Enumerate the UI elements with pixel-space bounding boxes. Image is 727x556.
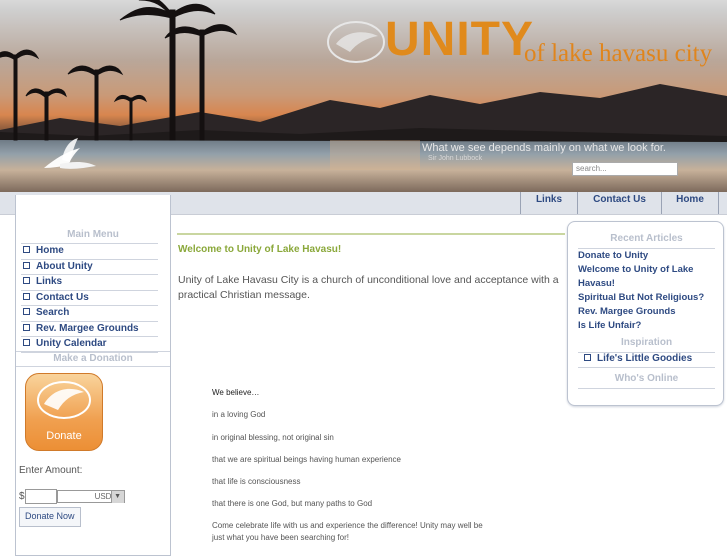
article-link[interactable]: Donate to Unity [578,249,718,263]
believe-item: in a loving God [212,410,266,419]
menu-item-home[interactable]: Home [21,243,158,260]
inspiration-title: Inspiration [578,337,715,353]
donate-button[interactable]: Donate [25,373,103,451]
header-quote: What we see depends mainly on what we lo… [422,142,666,154]
amount-input[interactable] [24,489,57,504]
logo-unity: UNITY [385,13,534,66]
believe-item: that we are spiritual beings having huma… [212,455,402,464]
menu-item-about-unity[interactable]: About Unity [21,260,158,275]
believe-item: that life is consciousness [212,477,301,486]
bullet-box-icon [23,261,30,269]
right-sidebar: Recent Articles Donate to Unity Welcome … [567,221,724,406]
search-input[interactable]: search... [572,162,678,176]
donation-title: Make a Donation [53,353,133,364]
nav-contact-us[interactable]: Contact Us [577,192,661,214]
bullet-box-icon [23,308,30,316]
menu-item-rev-margee-grounds[interactable]: Rev. Margee Grounds [21,322,158,337]
quote-author: Sir John Lubbock [428,155,483,162]
article-link[interactable]: Is Life Unfair? [578,319,718,333]
believe-item: in original blessing, not original sin [212,433,334,442]
bullet-box-icon [23,323,30,331]
believe-closing: just what you have been searching for! [212,533,349,542]
article-link[interactable]: Welcome to Unity of Lake Havasu! [578,263,718,291]
page-title: Welcome to Unity of Lake Havasu! [178,244,342,255]
bullet-box-icon [23,277,30,285]
believe-item: that there is one God, but many paths to… [212,499,373,508]
bullet-box-icon [584,354,591,362]
donate-now-button[interactable]: Donate Now [19,507,81,527]
menu-item-search[interactable]: Search [21,306,158,322]
dropdown-arrow-icon: ▼ [110,491,124,503]
currency-select[interactable]: USD ▼ [56,490,125,503]
donation-header: Make a Donation [16,351,170,367]
intro-text: Unity of Lake Havasu City is a church of… [178,274,559,301]
bullet-box-icon [23,339,30,347]
whos-online-title: Who's Online [578,373,715,389]
logo-subtitle: of lake havasu city [524,40,713,67]
amount-row: $ USD ▼ [19,489,125,504]
nav-links[interactable]: Links [520,192,577,214]
believe-closing: Come celebrate life with us and experien… [212,521,483,530]
article-link[interactable]: Rev. Margee Grounds [578,305,718,319]
left-sidebar: Main Menu Home About Unity Links Contact… [15,195,171,556]
logo-dove-icon [327,21,385,63]
menu-item-contact-us[interactable]: Contact Us [21,291,158,306]
amount-label: Enter Amount: [19,465,83,476]
believe-heading: We believe… [212,388,260,397]
menu-item-links[interactable]: Links [21,275,158,291]
bullet-box-icon [23,292,30,300]
article-link[interactable]: Spiritual But Not Religious? [578,291,718,305]
donate-dove-icon [37,381,91,419]
inspiration-item[interactable]: Life's Little Goodies [578,352,715,368]
content-divider [177,233,565,235]
bullet-box-icon [23,246,30,254]
main-menu-title: Main Menu [67,229,119,240]
dove-icon [44,138,96,169]
header-banner: UNITY of lake havasu city What we see de… [0,0,727,192]
main-menu: Home About Unity Links Contact Us Search… [21,243,158,353]
donate-label: Donate [46,430,82,442]
nav-home[interactable]: Home [661,192,719,214]
recent-articles-title: Recent Articles [578,233,715,249]
